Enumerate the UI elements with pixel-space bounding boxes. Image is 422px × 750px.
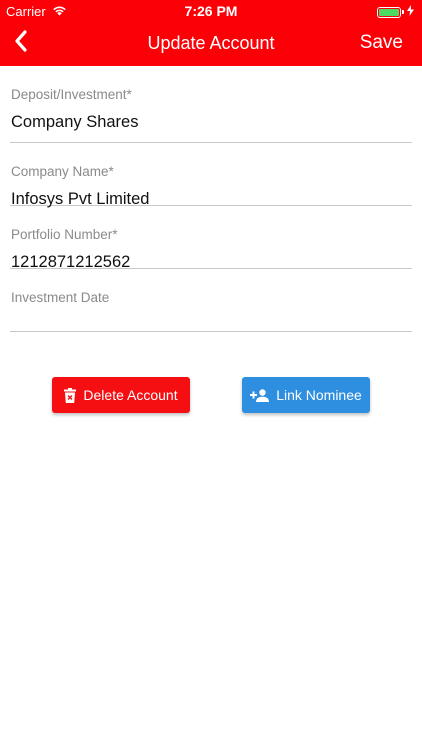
navigation-bar: Update Account Save: [0, 22, 422, 66]
field-value[interactable]: Company Shares: [11, 113, 138, 132]
link-nominee-button[interactable]: Link Nominee: [242, 377, 370, 413]
status-time: 7:26 PM: [184, 3, 238, 19]
status-bar: Carrier 7:26 PM: [0, 0, 422, 22]
field-label: Company Name*: [11, 164, 114, 179]
add-person-icon: [250, 388, 270, 402]
delete-account-button[interactable]: Delete Account: [52, 377, 190, 413]
company-name-field[interactable]: Company Name* Infosys Pvt Limited: [10, 143, 412, 208]
charging-bolt-icon: [407, 5, 414, 19]
delete-account-label: Delete Account: [83, 387, 178, 403]
trash-icon: [64, 387, 77, 403]
battery-icon: [377, 5, 414, 19]
field-label: Investment Date: [11, 290, 110, 305]
investment-date-field[interactable]: Investment Date: [10, 269, 412, 332]
page-title: Update Account: [147, 33, 275, 53]
link-nominee-label: Link Nominee: [276, 387, 362, 403]
field-label: Portfolio Number*: [11, 227, 118, 242]
battery-level: [379, 8, 399, 16]
deposit-investment-field[interactable]: Deposit/Investment* Company Shares: [10, 66, 412, 143]
app-header: Carrier 7:26 PM Update Account Save: [0, 0, 422, 66]
action-buttons: Delete Account Link Nominee: [0, 377, 422, 413]
account-form: Deposit/Investment* Company Shares Compa…: [10, 66, 412, 332]
portfolio-number-field[interactable]: Portfolio Number* 1212871212562: [10, 206, 412, 271]
save-button[interactable]: Save: [360, 32, 403, 54]
field-label: Deposit/Investment*: [11, 87, 132, 102]
